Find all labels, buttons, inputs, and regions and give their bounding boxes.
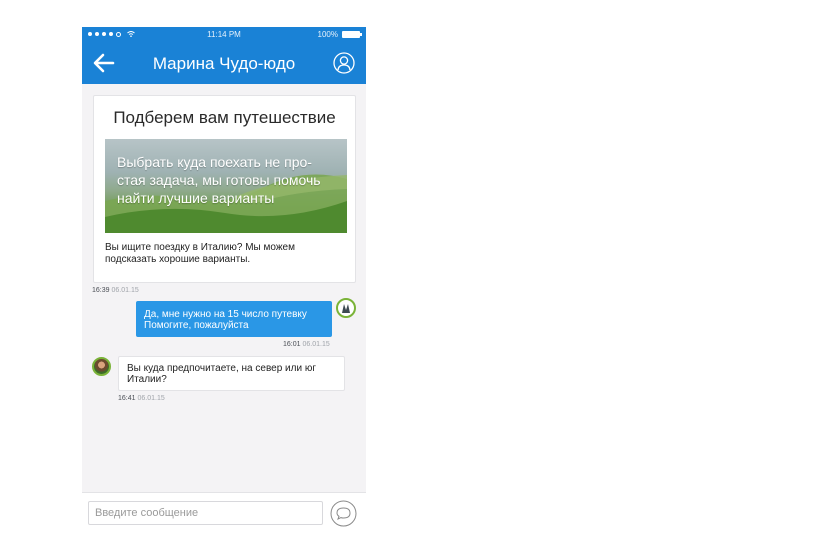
card-body-text: Вы ищите поездку в Италию? Мы можем подс… — [105, 242, 295, 265]
message-time: 16:41 — [118, 395, 136, 402]
incoming-message[interactable]: Вы куда предпочитаете, на север или юг И… — [118, 356, 345, 391]
message-date: 06.01.15 — [137, 395, 165, 402]
status-bar: 11:14 PM 100% — [82, 27, 366, 44]
banner-text: Выбрать куда поехать не про-стая задача,… — [117, 154, 321, 206]
outgoing-timestamp: 16:01 06.01.15 — [283, 341, 330, 348]
banner-image: Выбрать куда поехать не про-стая задача,… — [105, 139, 347, 233]
message-time: 16:01 — [283, 341, 301, 348]
contact-avatar[interactable] — [92, 357, 111, 376]
conversation-title: Марина Чудо-юдо — [152, 54, 296, 73]
message-text: Вы куда предпочитаете, на север или юг И… — [127, 363, 316, 385]
message-date: 06.01.15 — [302, 341, 330, 348]
chat-screen: 11:14 PM 100% Марина Чудо-юдо Подберем в… — [82, 27, 366, 537]
outgoing-message[interactable]: Да, мне нужно на 15 число путевку Помоги… — [136, 301, 332, 337]
message-input[interactable] — [88, 501, 323, 525]
card-time: 16:39 — [92, 287, 110, 294]
app-bar: 11:14 PM 100% Марина Чудо-юдо — [82, 27, 366, 84]
message-text: Да, мне нужно на 15 число путевку Помоги… — [144, 309, 307, 331]
user-avatar — [336, 298, 356, 318]
message-composer — [82, 492, 366, 537]
incoming-timestamp: 16:41 06.01.15 — [118, 395, 165, 402]
card-title: Подберем вам путешествие — [113, 108, 336, 127]
battery-icon — [342, 31, 362, 38]
card-timestamp: 16:39 06.01.15 — [92, 287, 139, 294]
profile-icon[interactable] — [333, 52, 355, 74]
card-date: 06.01.15 — [111, 287, 139, 294]
travel-promo-card[interactable]: Подберем вам путешествие Выбрать куда по… — [93, 95, 356, 283]
chat-bubble-icon[interactable] — [330, 500, 357, 527]
battery-percent: 100% — [317, 30, 338, 39]
